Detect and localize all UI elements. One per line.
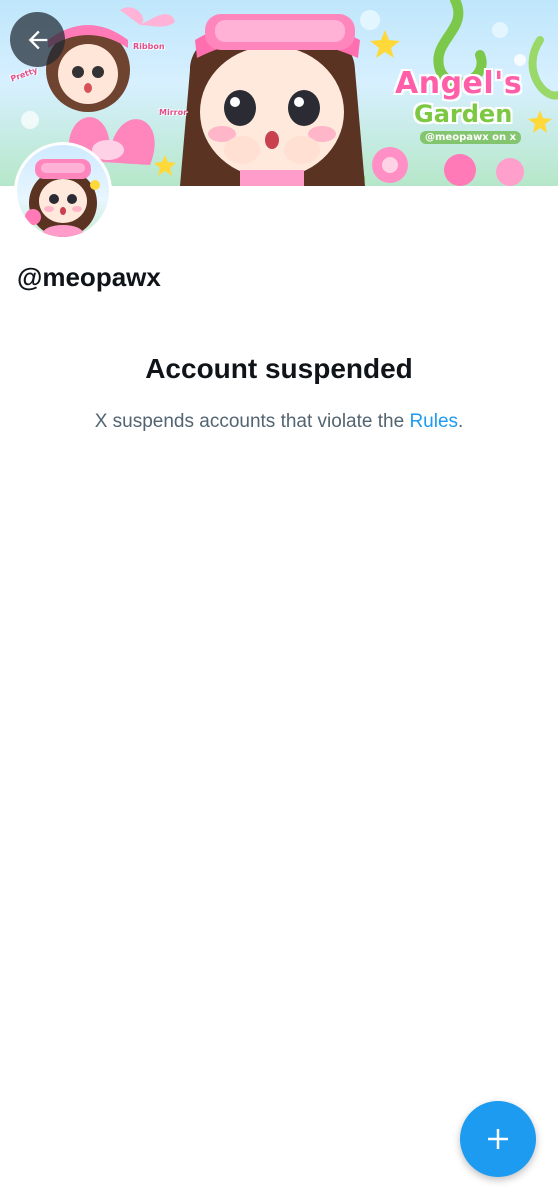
avatar[interactable] bbox=[14, 142, 112, 240]
banner-title-garden: Garden bbox=[414, 100, 513, 128]
arrow-left-icon bbox=[28, 30, 47, 49]
suspension-description-text: X suspends accounts that violate the bbox=[94, 411, 410, 432]
banner-title-angels: Angel's bbox=[395, 66, 523, 101]
back-button[interactable] bbox=[10, 12, 65, 67]
suspension-description: X suspends accounts that violate the Rul… bbox=[0, 411, 558, 433]
banner-label-ribbon: Ribbon bbox=[133, 42, 165, 51]
rules-link[interactable]: Rules bbox=[409, 411, 458, 432]
banner-label-mirror: Mirror bbox=[159, 108, 188, 117]
compose-button[interactable] bbox=[460, 1101, 536, 1177]
suspension-description-period: . bbox=[458, 411, 464, 432]
plus-icon bbox=[488, 1129, 508, 1149]
banner-handle-tag: @meopawx on x bbox=[420, 131, 522, 144]
profile-handle: @meopawx bbox=[17, 262, 161, 292]
suspension-title: Account suspended bbox=[145, 353, 413, 384]
avatar-image bbox=[17, 145, 109, 237]
